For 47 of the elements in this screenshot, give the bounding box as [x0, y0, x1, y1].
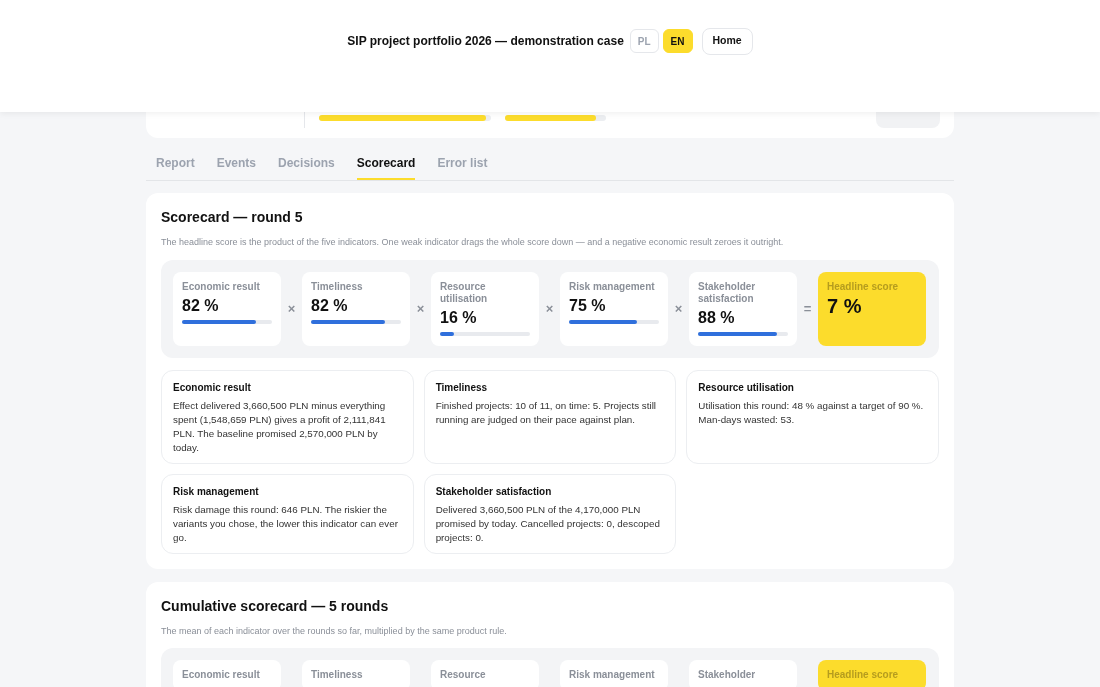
- home-button[interactable]: Home: [701, 27, 753, 55]
- indicator-label: Economic result: [182, 280, 261, 293]
- operator-sign: ×: [544, 299, 555, 318]
- operator-sign: ×: [286, 299, 297, 318]
- indicator-label: Economic result: [182, 669, 261, 681]
- indicator-label: Stakeholder satisfaction: [698, 280, 757, 305]
- section-description: The headline score is the product of the five indicators. One weak indicator drags the whole score down — and a negative economic result zeroes it outright.: [161, 236, 785, 249]
- explanation-text: Risk damage this round: 646 PLN. The riskier the variants you chose, the lower this indicator can ever go.: [173, 502, 399, 545]
- operator-sign: =: [802, 299, 813, 318]
- tab[interactable]: Report: [156, 154, 195, 180]
- section-title: Cumulative scorecard — 5 rounds: [161, 596, 390, 616]
- explanation-title: Timeliness: [435, 380, 489, 395]
- tab[interactable]: Events: [216, 154, 257, 180]
- explanation-text: Finished projects: 10 of 11, on time: 5. Projects still running are judged on their pace against plan.: [435, 398, 657, 427]
- indicator-label: Risk management: [569, 280, 656, 293]
- tab[interactable]: Error list: [437, 154, 488, 180]
- section-description: The mean of each indicator over the rounds so far, multiplied by the same product rule.: [161, 624, 508, 638]
- language-toggle[interactable]: PL: [629, 29, 659, 53]
- section-title: Scorecard — round 5: [161, 208, 304, 227]
- indicator-value: 82 %: [311, 295, 349, 316]
- indicator-label: Headline score: [827, 669, 900, 681]
- explanation-title: Economic result: [173, 380, 252, 395]
- indicator-label: Timeliness: [311, 280, 364, 293]
- indicator-value: 82 %: [182, 295, 220, 316]
- indicator-value: 16 %: [440, 307, 478, 328]
- tab[interactable]: Scorecard: [356, 154, 416, 180]
- score-box: [876, 112, 940, 128]
- language-toggle[interactable]: EN: [662, 29, 693, 53]
- explanation-text: Delivered 3,660,500 PLN of the 4,170,000 PLN promised by today. Cancelled projects: 0, descoped projects: 0.: [435, 502, 661, 545]
- indicator-label: Resource utilisation: [440, 280, 489, 305]
- indicator-value: 75 %: [569, 295, 607, 316]
- indicator-label: Risk management: [569, 669, 656, 681]
- app-title: SIP project portfolio 2026 — demonstration case: [347, 33, 624, 50]
- indicator-label: Resource: [440, 669, 487, 681]
- tab[interactable]: Decisions: [278, 154, 335, 180]
- indicator-label: Headline score: [827, 280, 900, 293]
- operator-sign: ×: [673, 299, 684, 318]
- explanation-text: Utilisation this round: 48 % against a target of 90 %. Man-days wasted: 53.: [698, 398, 924, 427]
- indicator-label: Stakeholder: [698, 669, 757, 681]
- explanation-title: Stakeholder satisfaction: [435, 484, 553, 499]
- indicator-value: 88 %: [698, 307, 736, 328]
- indicator-label: Timeliness: [311, 669, 364, 681]
- operator-sign: ×: [415, 299, 426, 318]
- explanation-text: Effect delivered 3,660,500 PLN minus everything spent (1,548,659 PLN) gives a profit of 2,111,841 PLN. The baseline promised 2,570,000 PLN by today.: [173, 398, 387, 455]
- explanation-title: Resource utilisation: [698, 380, 795, 395]
- indicator-value: 7 %: [827, 295, 863, 316]
- explanation-title: Risk management: [173, 484, 260, 499]
